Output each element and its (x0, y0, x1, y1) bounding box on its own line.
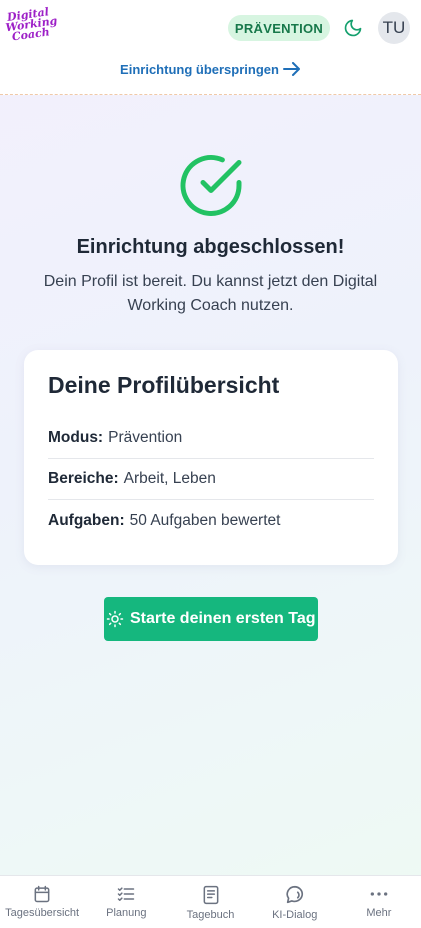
start-first-day-button[interactable]: Starte deinen ersten Tag (104, 597, 318, 641)
dark-mode-toggle[interactable] (342, 17, 364, 39)
top-header: Digital Working Coach PRÄVENTION TU Einr… (0, 0, 421, 95)
chat-icon (286, 885, 303, 904)
app-logo[interactable]: Digital Working Coach (4, 5, 58, 51)
nav-item-tagebuch[interactable]: Tagebuch (168, 876, 252, 928)
row-label: Aufgaben: (48, 511, 125, 529)
profile-row-areas: Bereiche: Arbeit, Leben (48, 459, 374, 500)
row-value: Prävention (108, 429, 183, 446)
moon-icon (344, 19, 362, 37)
bottom-navigation: Tagesübersicht Planung Tagebuch KI-Dialo… (0, 875, 421, 928)
checklist-icon (118, 887, 135, 901)
book-icon (203, 885, 218, 905)
start-first-day-label: Starte deinen ersten Tag (130, 610, 316, 627)
nav-label: Mehr (366, 907, 392, 919)
skip-setup-label: Einrichtung überspringen (120, 61, 279, 77)
row-label: Bereiche: (48, 470, 119, 487)
check-circle-icon (180, 155, 242, 216)
nav-label: Tagebuch (186, 909, 235, 921)
nav-item-mehr[interactable]: Mehr (337, 876, 421, 928)
mode-badge: PRÄVENTION (228, 15, 330, 41)
nav-item-tagesuebersicht[interactable]: Tagesübersicht (0, 876, 84, 928)
nav-item-planung[interactable]: Planung (84, 876, 168, 928)
profile-summary-card: Deine Profilübersicht Modus: Prävention … (24, 350, 398, 565)
nav-label: Tagesübersicht (5, 907, 80, 919)
row-label: Modus: (48, 429, 104, 446)
profile-row-mode: Modus: Prävention (48, 418, 374, 459)
skip-setup-link[interactable]: Einrichtung überspringen (0, 58, 421, 80)
row-value: 50 Aufgaben bewertet (129, 511, 281, 529)
card-title: Deine Profilübersicht (48, 372, 280, 398)
calendar-icon (34, 885, 50, 903)
nav-label: KI-Dialog (272, 909, 318, 921)
nav-label: Planung (106, 907, 147, 919)
nav-item-ki-dialog[interactable]: KI-Dialog (253, 876, 337, 928)
completion-title: Einrichtung abgeschlossen! (76, 236, 345, 258)
more-icon (370, 892, 388, 896)
arrow-right-icon (282, 62, 300, 76)
profile-row-tasks: Aufgaben: 50 Aufgaben bewertet (48, 500, 374, 541)
row-value: Arbeit, Leben (123, 470, 216, 487)
sun-icon (106, 610, 124, 628)
user-avatar[interactable]: TU (378, 12, 410, 44)
completion-message: Dein Profil ist bereit. Du kannst jetzt … (43, 273, 378, 314)
